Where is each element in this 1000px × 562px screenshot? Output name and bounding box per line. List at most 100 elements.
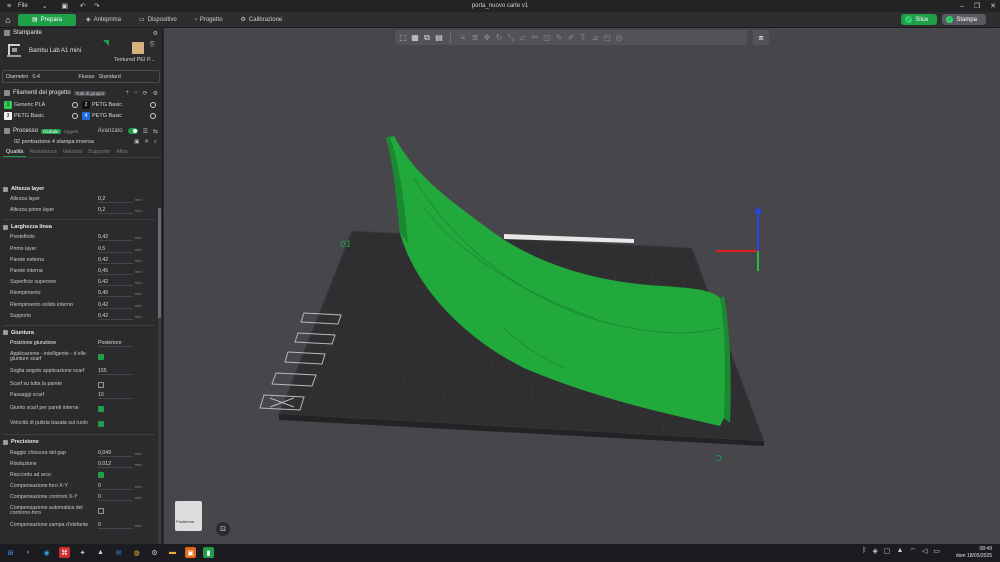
bluetooth-icon[interactable]: ᛒ: [862, 547, 866, 556]
filament-group-badge[interactable]: Tutti di gruppo: [73, 90, 107, 96]
diameter-select[interactable]: 0.4: [32, 74, 74, 80]
setting-input[interactable]: 0,42: [98, 313, 133, 320]
global-toggle[interactable]: Globale: [41, 128, 61, 134]
setting-input[interactable]: 0,2: [98, 196, 133, 204]
scarf-steps-input[interactable]: 10: [98, 392, 133, 400]
rotate-icon[interactable]: ↻: [494, 33, 504, 43]
filament-settings-icon[interactable]: ⚙: [153, 90, 158, 97]
scarf-apply-checkbox[interactable]: [98, 353, 104, 360]
folder-icon[interactable]: ▬: [167, 547, 178, 558]
filament-edit-icon[interactable]: [72, 112, 78, 119]
setting-input[interactable]: 0,012: [98, 461, 133, 468]
setting-input[interactable]: 0: [98, 483, 133, 491]
volume-icon[interactable]: ◁: [922, 547, 927, 556]
tab-project[interactable]: ▫ Progetto: [187, 14, 231, 26]
setting-input[interactable]: 0,2: [98, 207, 133, 215]
setting-input[interactable]: 0: [98, 522, 133, 530]
filament-item[interactable]: 2 PETG Basic: [82, 100, 160, 109]
flow-select[interactable]: Standard: [99, 74, 141, 80]
brim-ears-icon[interactable]: ◎: [614, 33, 624, 43]
settings-app-icon[interactable]: ⚙: [149, 547, 160, 558]
3d-viewport[interactable]: 01 ↄ ⬚ ▦ ⧉ ▤ │ ≡ ≣ ✥ ↻ ⤡ ▱ ✂ ◫ ✎ ✐ T ⊿ ◰…: [164, 28, 1000, 544]
save-icon[interactable]: ▣: [60, 1, 70, 11]
printer-card[interactable]: Bambu Lab A1 mini ⎘ Textured PEI P...: [2, 38, 160, 68]
scarf-entire-checkbox[interactable]: [98, 381, 104, 388]
tab-device[interactable]: ▭ Dispositivo: [131, 14, 185, 26]
orient-icon[interactable]: ▤: [434, 33, 444, 43]
layers-icon[interactable]: ≡: [458, 33, 468, 43]
scrollbar-thumb[interactable]: [158, 208, 161, 318]
redo-icon[interactable]: ↷: [92, 1, 102, 11]
lay-flat-icon[interactable]: ▱: [518, 33, 528, 43]
slice-button[interactable]: ✓ Slice: [901, 14, 938, 25]
tab-speed[interactable]: Velocità: [60, 148, 85, 157]
chat-icon[interactable]: ▢: [884, 547, 891, 556]
objects-toggle[interactable]: Oggetti: [64, 129, 79, 134]
advanced-toggle[interactable]: [127, 128, 138, 134]
process-list-icon[interactable]: ☰: [143, 128, 148, 135]
plate-type[interactable]: Textured PEI P...: [114, 57, 155, 63]
arc-fitting-checkbox[interactable]: [98, 472, 104, 479]
setting-input[interactable]: 0,42: [98, 257, 133, 264]
sync-filament-icon[interactable]: ⟳: [143, 90, 148, 97]
mesh-boolean-icon[interactable]: ◫: [542, 33, 552, 43]
tab-quality[interactable]: Qualità: [3, 148, 27, 157]
setting-input[interactable]: 0: [98, 494, 133, 502]
network-app-icon[interactable]: ◈: [872, 547, 877, 556]
chevron-down-icon[interactable]: ⌄: [40, 1, 50, 11]
cut-icon[interactable]: ✂: [530, 33, 540, 43]
setting-input[interactable]: 0,42: [98, 279, 133, 287]
scene-canvas[interactable]: 01 ↄ: [164, 28, 1000, 544]
process-preset-select[interactable]: 02 pentrazione 4 stampa inversa: [14, 139, 94, 145]
minimize-icon[interactable]: –: [960, 3, 964, 10]
scarf-inner-checkbox[interactable]: [98, 405, 104, 412]
copilot-icon[interactable]: ◐: [23, 547, 34, 558]
cad-icon[interactable]: ✦: [77, 547, 88, 558]
maximize-icon[interactable]: ❐: [974, 2, 980, 10]
triangle-app-icon[interactable]: ▲: [95, 547, 106, 558]
split-icon[interactable]: │: [446, 33, 456, 43]
hamburger-icon[interactable]: ≡: [4, 1, 14, 11]
support-paint-icon[interactable]: ✎: [554, 33, 564, 43]
start-icon[interactable]: ⊞: [5, 547, 16, 558]
navigation-cube[interactable]: [175, 501, 202, 531]
text-icon[interactable]: T: [578, 33, 588, 43]
filament-edit-icon[interactable]: [150, 112, 156, 119]
battery-icon[interactable]: ▭: [933, 547, 940, 556]
undo-icon[interactable]: ↶: [78, 1, 88, 11]
system-clock[interactable]: 08:49 dom 18/05/2025: [956, 546, 992, 559]
arrange-icon[interactable]: ⧉: [422, 33, 432, 43]
wifi-icon[interactable]: ⌔: [909, 547, 916, 556]
tab-calibration[interactable]: ⚙ Calibrazione: [233, 14, 291, 26]
process-compare-icon[interactable]: ⇆: [153, 128, 158, 135]
close-icon[interactable]: ✕: [990, 2, 996, 10]
filament-item[interactable]: 4 PETG Basic: [82, 111, 160, 120]
printer-settings-icon[interactable]: ⚙: [153, 30, 158, 37]
settings-scrollbar[interactable]: [158, 208, 161, 544]
save-preset-icon[interactable]: ▣: [134, 139, 139, 146]
setting-input[interactable]: 0,45: [98, 268, 133, 276]
add-cube-icon[interactable]: ⬚: [398, 33, 408, 43]
scarf-angle-input[interactable]: 155: [98, 368, 133, 376]
setting-input[interactable]: 0,049: [98, 450, 133, 457]
warning-icon[interactable]: ▲: [896, 547, 903, 556]
setting-input[interactable]: 0,42: [98, 234, 133, 242]
remove-filament-icon[interactable]: −: [134, 90, 138, 97]
print-button[interactable]: ✓ Stampa: [942, 14, 986, 25]
tab-prepare[interactable]: ▤ Prepara: [18, 13, 77, 26]
chrome-icon[interactable]: ◍: [131, 547, 142, 558]
setting-input[interactable]: 0,42: [98, 302, 133, 309]
move-icon[interactable]: ✥: [482, 33, 492, 43]
tab-strength[interactable]: Resistenza: [26, 148, 59, 157]
tab-preview[interactable]: ◈ Anteprima: [78, 14, 129, 26]
seam-position-select[interactable]: Posteriore: [98, 340, 133, 347]
setting-input[interactable]: 0,45: [98, 290, 133, 298]
mail-icon[interactable]: ✉: [113, 547, 124, 558]
filament-item[interactable]: 1 Generic PLA: [4, 100, 82, 109]
add-plate-icon[interactable]: ▦: [410, 33, 420, 43]
search-icon[interactable]: ⌕: [154, 139, 157, 146]
variable-layer-icon[interactable]: ≣: [470, 33, 480, 43]
tab-other[interactable]: Altro: [113, 148, 130, 157]
seam-paint-icon[interactable]: ✐: [566, 33, 576, 43]
filament-item[interactable]: 3 PETG Basic: [4, 111, 82, 120]
